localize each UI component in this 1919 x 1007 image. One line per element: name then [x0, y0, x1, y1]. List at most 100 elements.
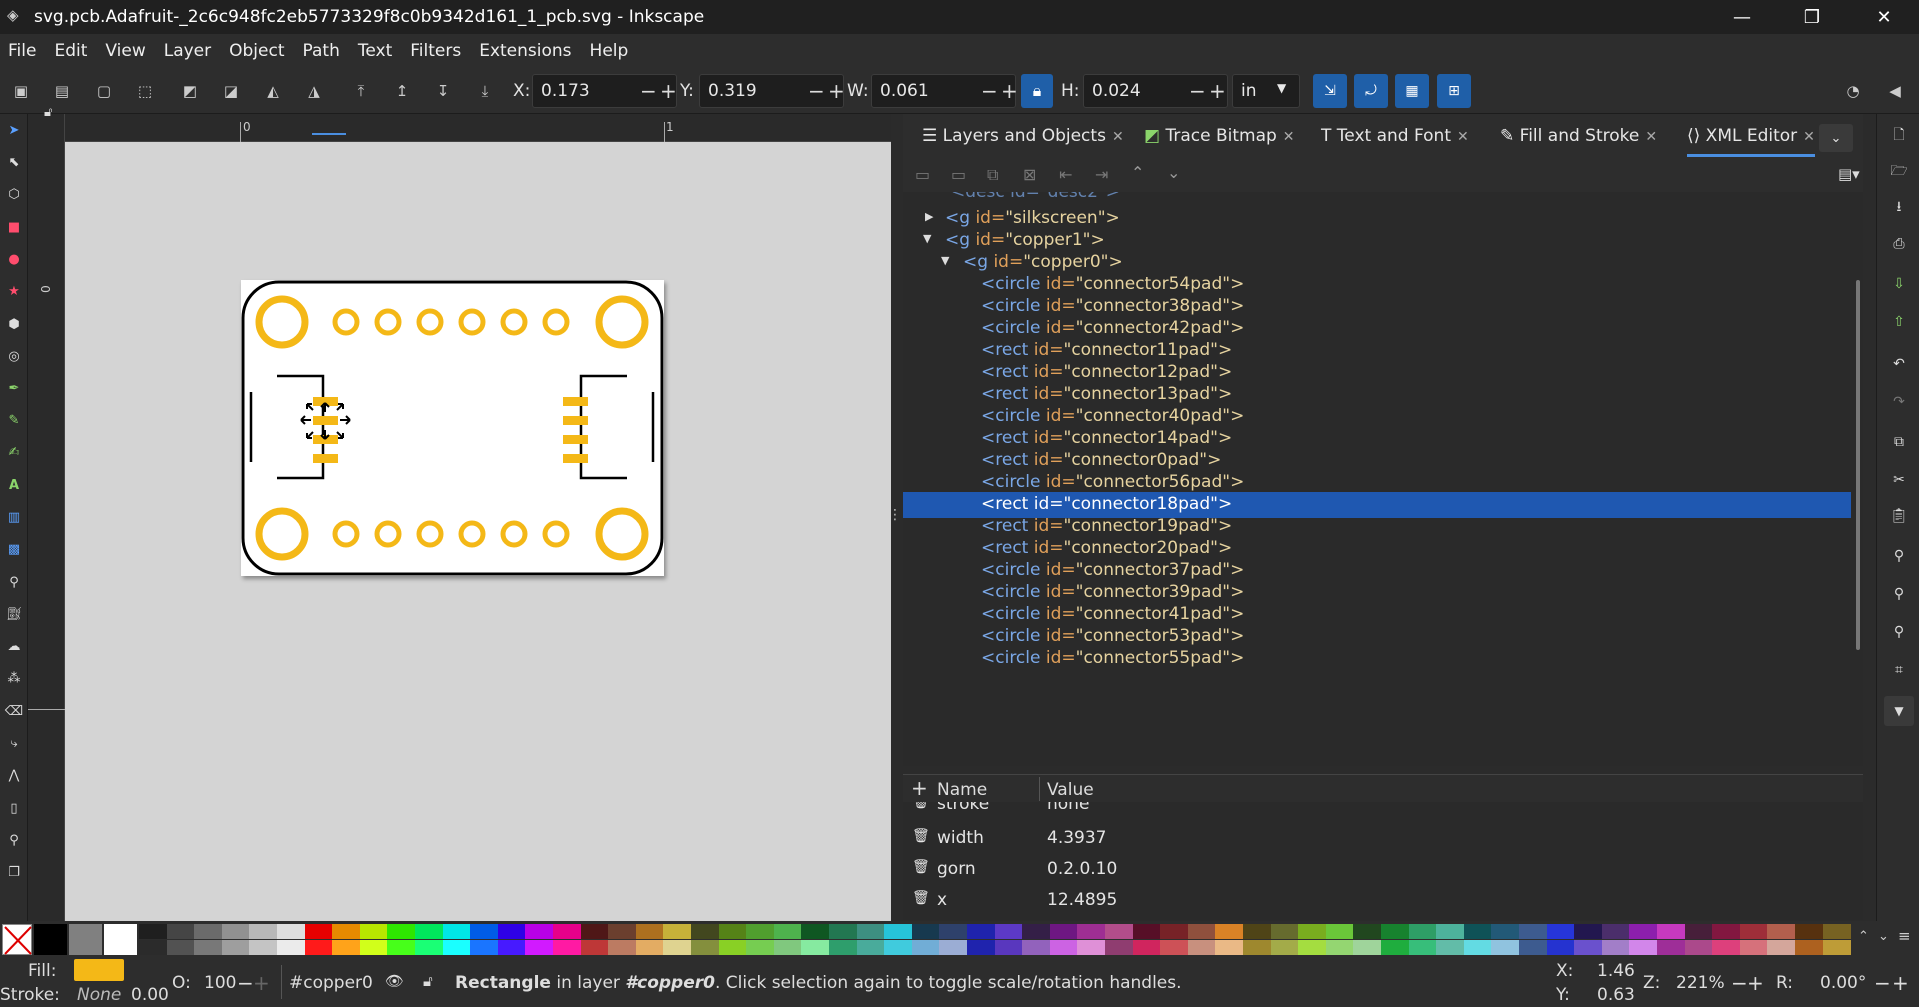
- color-swatch[interactable]: [719, 924, 747, 939]
- node-tool-icon[interactable]: ⬉: [4, 152, 24, 172]
- menu-text[interactable]: Text: [349, 41, 401, 61]
- smd-pad[interactable]: [313, 454, 338, 463]
- horizontal-ruler[interactable]: 0 1: [65, 114, 891, 142]
- attribute-name[interactable]: width: [937, 828, 984, 848]
- collapse-arrow-icon[interactable]: ▼: [923, 232, 931, 245]
- expand-arrow-icon[interactable]: ▶: [925, 210, 933, 223]
- color-swatch[interactable]: [222, 924, 250, 939]
- color-swatch[interactable]: [1133, 940, 1161, 955]
- color-swatch[interactable]: [774, 924, 802, 939]
- attribute-name[interactable]: x: [937, 890, 947, 910]
- color-swatch[interactable]: [1298, 924, 1326, 939]
- color-swatch[interactable]: [387, 940, 415, 955]
- color-swatch[interactable]: [691, 940, 719, 955]
- pin-pad[interactable]: [500, 308, 528, 336]
- h-decrement-button[interactable]: −: [1189, 74, 1206, 108]
- color-swatch[interactable]: [525, 924, 553, 939]
- color-swatch[interactable]: [305, 940, 333, 955]
- pencil-tool-icon[interactable]: ✎: [4, 410, 24, 430]
- tree-scrollbar[interactable]: [1856, 280, 1860, 650]
- x-decrement-button[interactable]: −: [640, 74, 657, 108]
- color-swatch[interactable]: [829, 924, 857, 939]
- swatch-white[interactable]: [104, 924, 137, 955]
- color-swatch[interactable]: [995, 924, 1023, 939]
- zoom-decrement-button[interactable]: −: [1731, 971, 1748, 995]
- spiral-tool-icon[interactable]: ◎: [4, 346, 24, 366]
- color-swatch[interactable]: [332, 924, 360, 939]
- pin-pad[interactable]: [500, 520, 528, 548]
- color-swatch[interactable]: [249, 924, 277, 939]
- attribute-row[interactable]: 🗑︎ gorn 0.2.0.10: [903, 855, 1863, 885]
- color-swatch[interactable]: [1271, 924, 1299, 939]
- calligraphy-tool-icon[interactable]: ✍: [4, 442, 24, 462]
- lower-icon[interactable]: ↧: [432, 80, 454, 102]
- color-swatch[interactable]: [801, 924, 829, 939]
- y-increment-button[interactable]: +: [828, 74, 845, 108]
- dropper-tool-icon[interactable]: ⚲: [4, 572, 24, 592]
- color-swatch[interactable]: [1685, 924, 1713, 939]
- unit-select[interactable]: in ▼: [1232, 74, 1300, 108]
- new-document-icon[interactable]: 🗋︎: [1889, 126, 1909, 146]
- raise-icon[interactable]: ↥: [391, 80, 413, 102]
- opacity-field[interactable]: 100: [204, 973, 236, 993]
- attribute-row[interactable]: 🗑︎ width 4.3937: [903, 824, 1863, 854]
- snap-toggle-icon[interactable]: ◔: [1842, 80, 1864, 102]
- connector-tool-icon[interactable]: ⤷: [4, 733, 24, 753]
- more-commands-button[interactable]: ▼: [1884, 696, 1914, 726]
- color-swatch[interactable]: [1022, 940, 1050, 955]
- attribute-name[interactable]: gorn: [937, 859, 976, 879]
- zoom-tool-icon[interactable]: ⚲: [4, 830, 24, 850]
- tab-fill-stroke[interactable]: ✎ Fill and Stroke ✕: [1500, 126, 1657, 146]
- zoom-selection-icon[interactable]: ⚲: [1889, 546, 1909, 566]
- color-swatch[interactable]: [1188, 940, 1216, 955]
- import-icon[interactable]: ⇩: [1889, 274, 1909, 294]
- color-swatch[interactable]: [1547, 924, 1575, 939]
- color-swatch[interactable]: [1022, 924, 1050, 939]
- color-swatch[interactable]: [1491, 940, 1519, 955]
- color-swatch[interactable]: [1767, 924, 1795, 939]
- color-swatch[interactable]: [553, 924, 581, 939]
- close-tab-icon[interactable]: ✕: [1112, 129, 1124, 145]
- color-swatch[interactable]: [967, 940, 995, 955]
- color-swatch[interactable]: [194, 940, 222, 955]
- y-decrement-button[interactable]: −: [808, 74, 825, 108]
- mount-hole[interactable]: [595, 507, 649, 561]
- color-swatch[interactable]: [746, 924, 774, 939]
- rotate-cw-icon[interactable]: ◪: [220, 80, 242, 102]
- color-swatch[interactable]: [360, 940, 388, 955]
- color-swatch[interactable]: [1077, 940, 1105, 955]
- unindent-node-icon[interactable]: ⇤: [1059, 165, 1072, 184]
- color-swatch[interactable]: [167, 940, 195, 955]
- color-swatch[interactable]: [415, 924, 443, 939]
- swatch-gray[interactable]: [69, 924, 102, 955]
- print-icon[interactable]: ⎙: [1889, 234, 1909, 254]
- vertical-ruler[interactable]: 🔓︎ 0: [28, 105, 65, 921]
- color-swatch[interactable]: [1602, 924, 1630, 939]
- layer-visibility-icon[interactable]: 👁︎: [385, 972, 404, 990]
- color-swatch[interactable]: [222, 940, 250, 955]
- tab-trace-bitmap[interactable]: ◩ Trace Bitmap ✕: [1144, 126, 1295, 146]
- color-swatch[interactable]: [443, 940, 471, 955]
- rectangle-tool-icon[interactable]: ■: [4, 217, 24, 237]
- deselect-icon[interactable]: ▢: [93, 80, 115, 102]
- color-swatch[interactable]: [1519, 924, 1547, 939]
- close-tab-icon[interactable]: ✕: [1645, 129, 1657, 145]
- color-swatch[interactable]: [1133, 924, 1161, 939]
- attribute-value[interactable]: 12.4895: [1047, 890, 1117, 910]
- attribute-value[interactable]: 0.2.0.10: [1047, 859, 1117, 879]
- scale-corners-button[interactable]: ⤾: [1354, 74, 1388, 108]
- palette-scroll-icon[interactable]: ⌄: [1878, 929, 1889, 944]
- eraser-tool-icon[interactable]: ⌫: [4, 701, 24, 721]
- opacity-decrement-button[interactable]: −: [237, 971, 254, 995]
- color-swatch[interactable]: [1740, 924, 1768, 939]
- open-file-icon[interactable]: 🗁︎: [1889, 162, 1909, 182]
- flip-vertical-icon[interactable]: ◮: [303, 80, 325, 102]
- smd-pad[interactable]: [563, 435, 588, 444]
- lower-node-icon[interactable]: ⌄: [1167, 163, 1180, 182]
- spray-tool-icon[interactable]: ⁂: [4, 668, 24, 688]
- close-tab-icon[interactable]: ✕: [1457, 129, 1469, 145]
- menu-layer[interactable]: Layer: [155, 41, 220, 61]
- color-swatch[interactable]: [581, 924, 609, 939]
- color-swatch[interactable]: [1353, 924, 1381, 939]
- color-swatch[interactable]: [498, 940, 526, 955]
